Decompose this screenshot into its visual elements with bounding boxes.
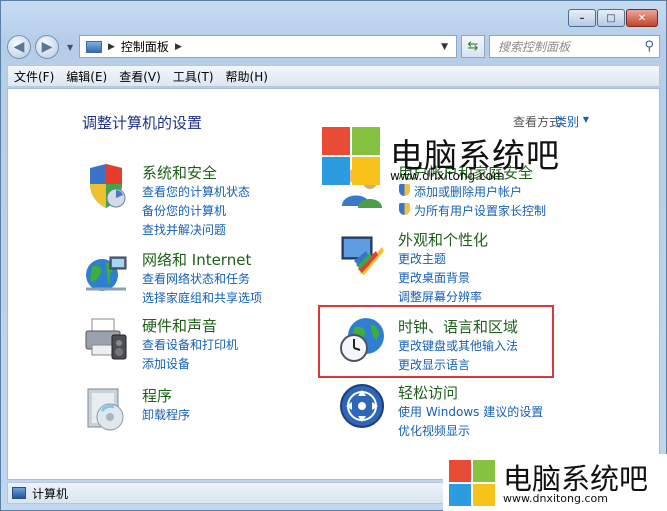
menu-file[interactable]: 文件(F): [14, 68, 54, 85]
menu-tools[interactable]: 工具(T): [173, 68, 214, 85]
refresh-button[interactable]: ⇆: [461, 35, 485, 58]
view-by-chevron-icon[interactable]: ▼: [583, 115, 589, 124]
link-screen-resolution[interactable]: 调整屏幕分辨率: [398, 288, 482, 305]
control-panel-icon: [86, 40, 102, 53]
category-title[interactable]: 外观和个性化: [398, 229, 488, 250]
network-globe-icon[interactable]: [82, 249, 130, 297]
category-title[interactable]: 轻松访问: [398, 382, 458, 403]
watermark-logo-icon: [449, 460, 495, 506]
watermark-url: www.dnxitong.com: [390, 169, 505, 183]
category-title[interactable]: 程序: [142, 385, 172, 406]
status-text: 计算机: [32, 486, 69, 501]
forward-button[interactable]: ▶: [35, 35, 59, 59]
link-change-theme[interactable]: 更改主题: [398, 250, 446, 267]
link-uninstall[interactable]: 卸载程序: [142, 406, 190, 423]
page-title: 调整计算机的设置: [82, 114, 203, 132]
link-add-device[interactable]: 添加设备: [142, 355, 190, 372]
link-backup[interactable]: 备份您的计算机: [142, 202, 226, 219]
caption-buttons: – □ ✕: [567, 9, 658, 27]
watermark-logo-icon: [322, 127, 380, 185]
link-optimize-video-display[interactable]: 优化视频显示: [398, 422, 470, 439]
menu-bar: 文件(F) 编辑(E) 查看(V) 工具(T) 帮助(H): [7, 65, 660, 87]
address-dropdown-icon[interactable]: ▼: [441, 42, 448, 52]
menu-view[interactable]: 查看(V): [119, 68, 161, 85]
link-windows-recommended-settings[interactable]: 使用 Windows 建议的设置: [398, 403, 543, 420]
watermark-bottom: 电脑系统吧 www.dnxitong.com: [443, 454, 667, 511]
category-title[interactable]: 系统和安全: [142, 162, 217, 183]
personalization-icon[interactable]: [338, 229, 386, 277]
back-arrow-icon: ◀: [13, 39, 25, 55]
address-bar[interactable]: ▶ 控制面板 ▶ ▼: [79, 35, 457, 58]
ease-of-access-icon[interactable]: [338, 382, 386, 430]
control-panel-window: – □ ✕ ◀ ▶ ▼ ▶ 控制面板 ▶ ▼ ⇆ ⚲ 文件(F) 编辑(E) 查…: [0, 0, 667, 511]
programs-disc-icon[interactable]: [82, 385, 130, 433]
forward-arrow-icon: ▶: [41, 39, 53, 55]
navigation-bar: ◀ ▶ ▼ ▶ 控制面板 ▶ ▼ ⇆ ⚲: [7, 34, 660, 60]
breadcrumb-control-panel[interactable]: 控制面板: [121, 38, 169, 55]
recent-pages-dropdown[interactable]: ▼: [67, 43, 73, 52]
search-input[interactable]: [490, 36, 659, 57]
link-devices-printers[interactable]: 查看设备和打印机: [142, 336, 238, 353]
breadcrumb-chevron-icon[interactable]: ▶: [175, 42, 182, 52]
refresh-icon: ⇆: [467, 39, 479, 54]
printer-icon[interactable]: [82, 315, 130, 363]
watermark-url: www.dnxitong.com: [503, 492, 608, 505]
minimize-button[interactable]: –: [568, 9, 596, 27]
link-network-status[interactable]: 查看网络状态和任务: [142, 270, 250, 287]
shield-icon[interactable]: [82, 162, 130, 210]
link-parental-controls[interactable]: 为所有用户设置家长控制: [398, 202, 546, 219]
search-box[interactable]: ⚲: [489, 35, 660, 58]
link-homegroup[interactable]: 选择家庭组和共享选项: [142, 289, 262, 306]
close-button[interactable]: ✕: [626, 9, 658, 27]
link-desktop-background[interactable]: 更改桌面背景: [398, 269, 470, 286]
link-troubleshoot[interactable]: 查找并解决问题: [142, 221, 226, 238]
menu-edit[interactable]: 编辑(E): [66, 68, 107, 85]
highlight-box: [318, 305, 554, 378]
back-button[interactable]: ◀: [7, 35, 31, 59]
watermark-top: 电脑系统吧 www.dnxitong.com: [322, 127, 572, 193]
category-title[interactable]: 网络和 Internet: [142, 249, 251, 270]
maximize-button[interactable]: □: [597, 9, 625, 27]
link-check-status[interactable]: 查看您的计算机状态: [142, 183, 250, 200]
breadcrumb-chevron-icon[interactable]: ▶: [108, 42, 115, 52]
computer-icon: [12, 487, 26, 499]
menu-help[interactable]: 帮助(H): [226, 68, 268, 85]
search-icon[interactable]: ⚲: [644, 39, 654, 54]
category-title[interactable]: 硬件和声音: [142, 315, 217, 336]
